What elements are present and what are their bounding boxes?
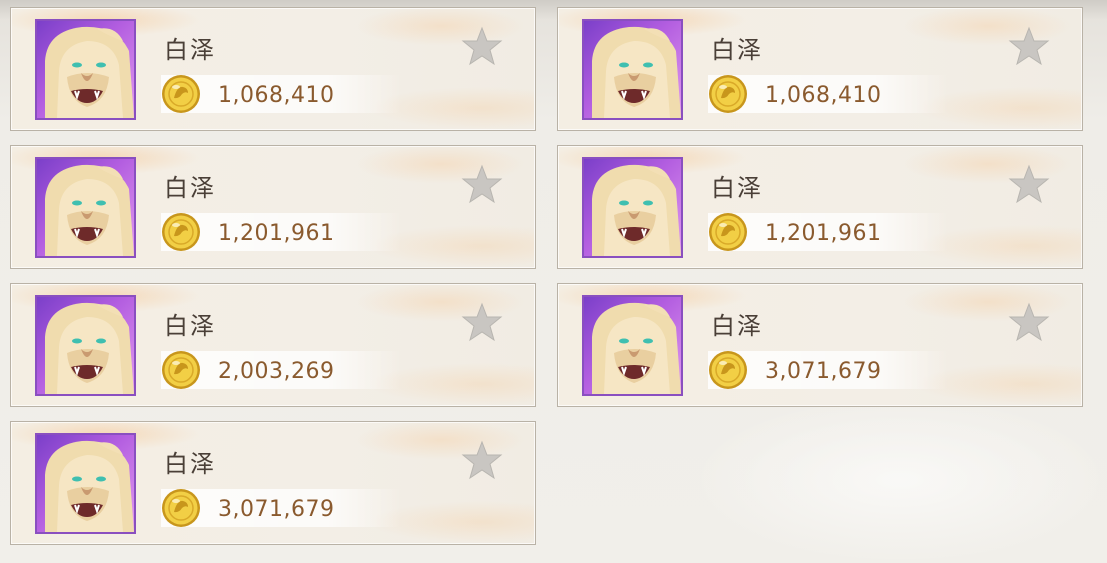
item-price: 1,068,410 — [765, 83, 882, 108]
item-name: 白泽 — [711, 36, 763, 64]
listing-card[interactable]: 白泽 1,201,961 — [557, 145, 1083, 269]
item-name: 白泽 — [711, 312, 763, 340]
item-price: 1,201,961 — [765, 221, 882, 246]
item-price: 3,071,679 — [218, 497, 335, 522]
lion-portrait-icon — [35, 433, 136, 534]
star-icon[interactable] — [1008, 164, 1050, 204]
listing-grid: 白泽 1,068,410 白泽 1,068,410 白泽 1,201,961 白… — [0, 0, 1107, 563]
lion-portrait-icon — [35, 295, 136, 396]
listing-card[interactable]: 白泽 1,068,410 — [557, 7, 1083, 131]
listing-card[interactable]: 白泽 1,068,410 — [10, 7, 536, 131]
lion-portrait-icon — [582, 295, 683, 396]
star-icon[interactable] — [1008, 302, 1050, 342]
item-price: 1,068,410 — [218, 83, 335, 108]
lion-portrait-icon — [582, 157, 683, 258]
star-icon[interactable] — [461, 440, 503, 480]
item-name: 白泽 — [711, 174, 763, 202]
item-price: 3,071,679 — [765, 359, 882, 384]
item-name: 白泽 — [164, 36, 216, 64]
gold-coin-icon — [161, 488, 201, 528]
gold-coin-icon — [161, 350, 201, 390]
lion-portrait-icon — [35, 157, 136, 258]
star-icon[interactable] — [461, 164, 503, 204]
gold-coin-icon — [708, 74, 748, 114]
star-icon[interactable] — [461, 302, 503, 342]
gold-coin-icon — [708, 212, 748, 252]
listing-card[interactable]: 白泽 2,003,269 — [10, 283, 536, 407]
gold-coin-icon — [708, 350, 748, 390]
star-icon[interactable] — [461, 26, 503, 66]
item-name: 白泽 — [164, 312, 216, 340]
lion-portrait-icon — [582, 19, 683, 120]
item-name: 白泽 — [164, 174, 216, 202]
listing-card[interactable]: 白泽 3,071,679 — [557, 283, 1083, 407]
listing-card[interactable]: 白泽 1,201,961 — [10, 145, 536, 269]
star-icon[interactable] — [1008, 26, 1050, 66]
gold-coin-icon — [161, 74, 201, 114]
item-name: 白泽 — [164, 450, 216, 478]
listing-card[interactable]: 白泽 3,071,679 — [10, 421, 536, 545]
gold-coin-icon — [161, 212, 201, 252]
item-price: 1,201,961 — [218, 221, 335, 246]
lion-portrait-icon — [35, 19, 136, 120]
item-price: 2,003,269 — [218, 359, 335, 384]
